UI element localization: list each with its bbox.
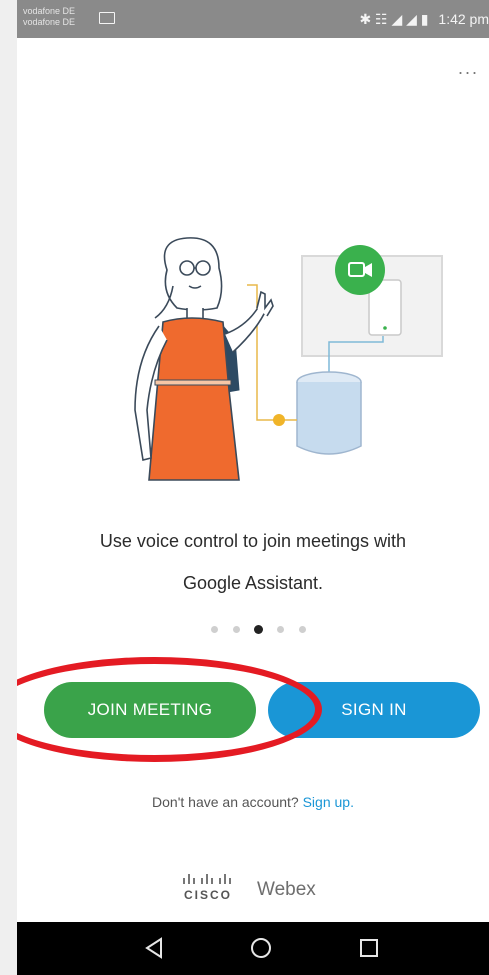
message-notification-icon xyxy=(99,12,115,24)
sign-in-button[interactable]: SIGN IN xyxy=(268,682,480,738)
status-icons: ✱ ☷ ◢ ◢ ▮ 1:42 pm xyxy=(353,11,489,28)
page-dot-3-active[interactable] xyxy=(254,625,263,634)
recent-apps-icon[interactable] xyxy=(357,936,381,960)
video-camera-icon xyxy=(335,245,385,295)
status-symbols: ✱ ☷ ◢ ◢ ▮ xyxy=(359,11,429,27)
sign-up-link[interactable]: Sign up. xyxy=(303,794,354,810)
join-meeting-button[interactable]: JOIN MEETING xyxy=(44,682,256,738)
carrier-line-1: vodafone DE xyxy=(23,6,76,16)
page-dot-5[interactable] xyxy=(299,626,306,633)
page-indicator xyxy=(211,625,311,636)
connection-dot xyxy=(273,414,285,426)
carrier-info: vodafone DE vodafone DE xyxy=(23,6,75,28)
status-time: 1:42 pm xyxy=(438,11,489,27)
caption-line-2: Google Assistant. xyxy=(182,573,324,593)
carrier-line-2: vodafone DE xyxy=(23,17,76,27)
caption-line-1: Use voice control to join meetings with xyxy=(99,531,407,551)
webex-wordmark: Webex xyxy=(257,879,316,900)
account-prompt: Don't have an account? Sign up. xyxy=(17,794,489,810)
account-prompt-text: Don't have an account? xyxy=(152,794,299,810)
home-icon[interactable] xyxy=(249,936,273,960)
cisco-bars-icon xyxy=(183,874,231,884)
onboarding-caption: Use voice control to join meetings with … xyxy=(37,520,469,604)
back-icon[interactable] xyxy=(143,936,167,960)
phone-screen: vodafone DE vodafone DE ✱ ☷ ◢ ◢ ▮ 1:42 p… xyxy=(17,0,489,975)
status-bar: vodafone DE vodafone DE ✱ ☷ ◢ ◢ ▮ 1:42 p… xyxy=(17,0,489,38)
page-dot-1[interactable] xyxy=(211,626,218,633)
page-dot-2[interactable] xyxy=(233,626,240,633)
cisco-webex-logo: CISCO Webex xyxy=(177,870,357,912)
page-dot-4[interactable] xyxy=(277,626,284,633)
more-options-icon[interactable]: ... xyxy=(458,58,479,79)
android-navigation-bar xyxy=(17,922,489,975)
voice-control-illustration xyxy=(134,237,443,481)
cisco-wordmark: CISCO xyxy=(184,888,233,902)
